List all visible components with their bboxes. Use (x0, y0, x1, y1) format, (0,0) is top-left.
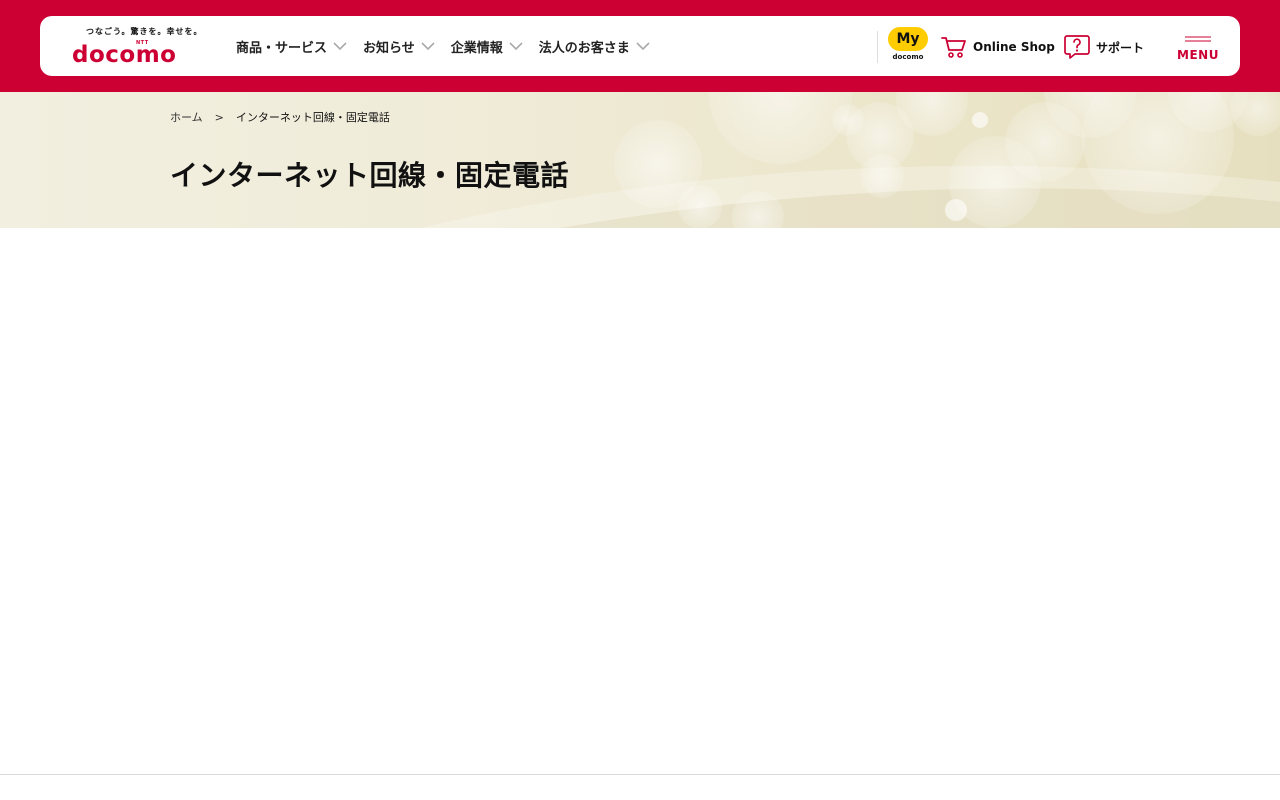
content-bottom-rule (0, 774, 1280, 775)
chevron-down-icon (636, 42, 650, 51)
question-bubble-icon (1064, 35, 1090, 59)
hamburger-icon (1185, 36, 1211, 42)
online-shop-label: Online Shop (973, 40, 1055, 54)
nav-item-corporate-info[interactable]: 企業情報 (451, 37, 523, 56)
page-hero: ホーム > インターネット回線・固定電話 インターネット回線・固定電話 (0, 92, 1280, 228)
breadcrumb: ホーム > インターネット回線・固定電話 (170, 109, 390, 125)
chevron-down-icon (421, 42, 435, 51)
breadcrumb-separator: > (214, 110, 224, 124)
breadcrumb-home-link[interactable]: ホーム (170, 109, 203, 125)
global-nav: 商品・サービス お知らせ 企業情報 法人のお客さま (236, 16, 650, 76)
menu-label: MENU (1177, 48, 1219, 62)
support-link[interactable]: サポート (1064, 34, 1144, 60)
logo-tagline: つなごう。驚きを。幸せを。 (86, 27, 203, 36)
site-header: つなごう。驚きを。幸せを。 NTT docomo 商品・サービス お知らせ 企業… (40, 16, 1240, 76)
nav-item-news[interactable]: お知らせ (363, 37, 435, 56)
my-docomo-badge: My (888, 27, 928, 51)
nav-item-label: 企業情報 (450, 40, 503, 56)
nav-item-label: お知らせ (363, 40, 415, 56)
breadcrumb-current: インターネット回線・固定電話 (235, 111, 390, 124)
chevron-down-icon (509, 42, 523, 51)
my-docomo-sub-label: docomo (892, 53, 924, 61)
docomo-logo[interactable]: つなごう。驚きを。幸せを。 NTT docomo (72, 26, 202, 68)
nav-item-products[interactable]: 商品・サービス (236, 37, 347, 56)
online-shop-link[interactable]: Online Shop (941, 34, 1055, 60)
chevron-down-icon (333, 42, 347, 51)
header-divider (877, 31, 878, 63)
my-docomo-button[interactable]: My docomo (887, 27, 929, 65)
nav-item-label: 法人のお客さま (538, 40, 630, 56)
logo-wordmark: docomo (72, 42, 177, 68)
support-label: サポート (1096, 40, 1145, 55)
nav-item-business-customers[interactable]: 法人のお客さま (539, 37, 650, 56)
cart-icon (941, 37, 966, 58)
menu-button[interactable]: MENU (1174, 34, 1222, 64)
page-title: インターネット回線・固定電話 (170, 159, 570, 192)
nav-item-label: 商品・サービス (236, 40, 328, 56)
